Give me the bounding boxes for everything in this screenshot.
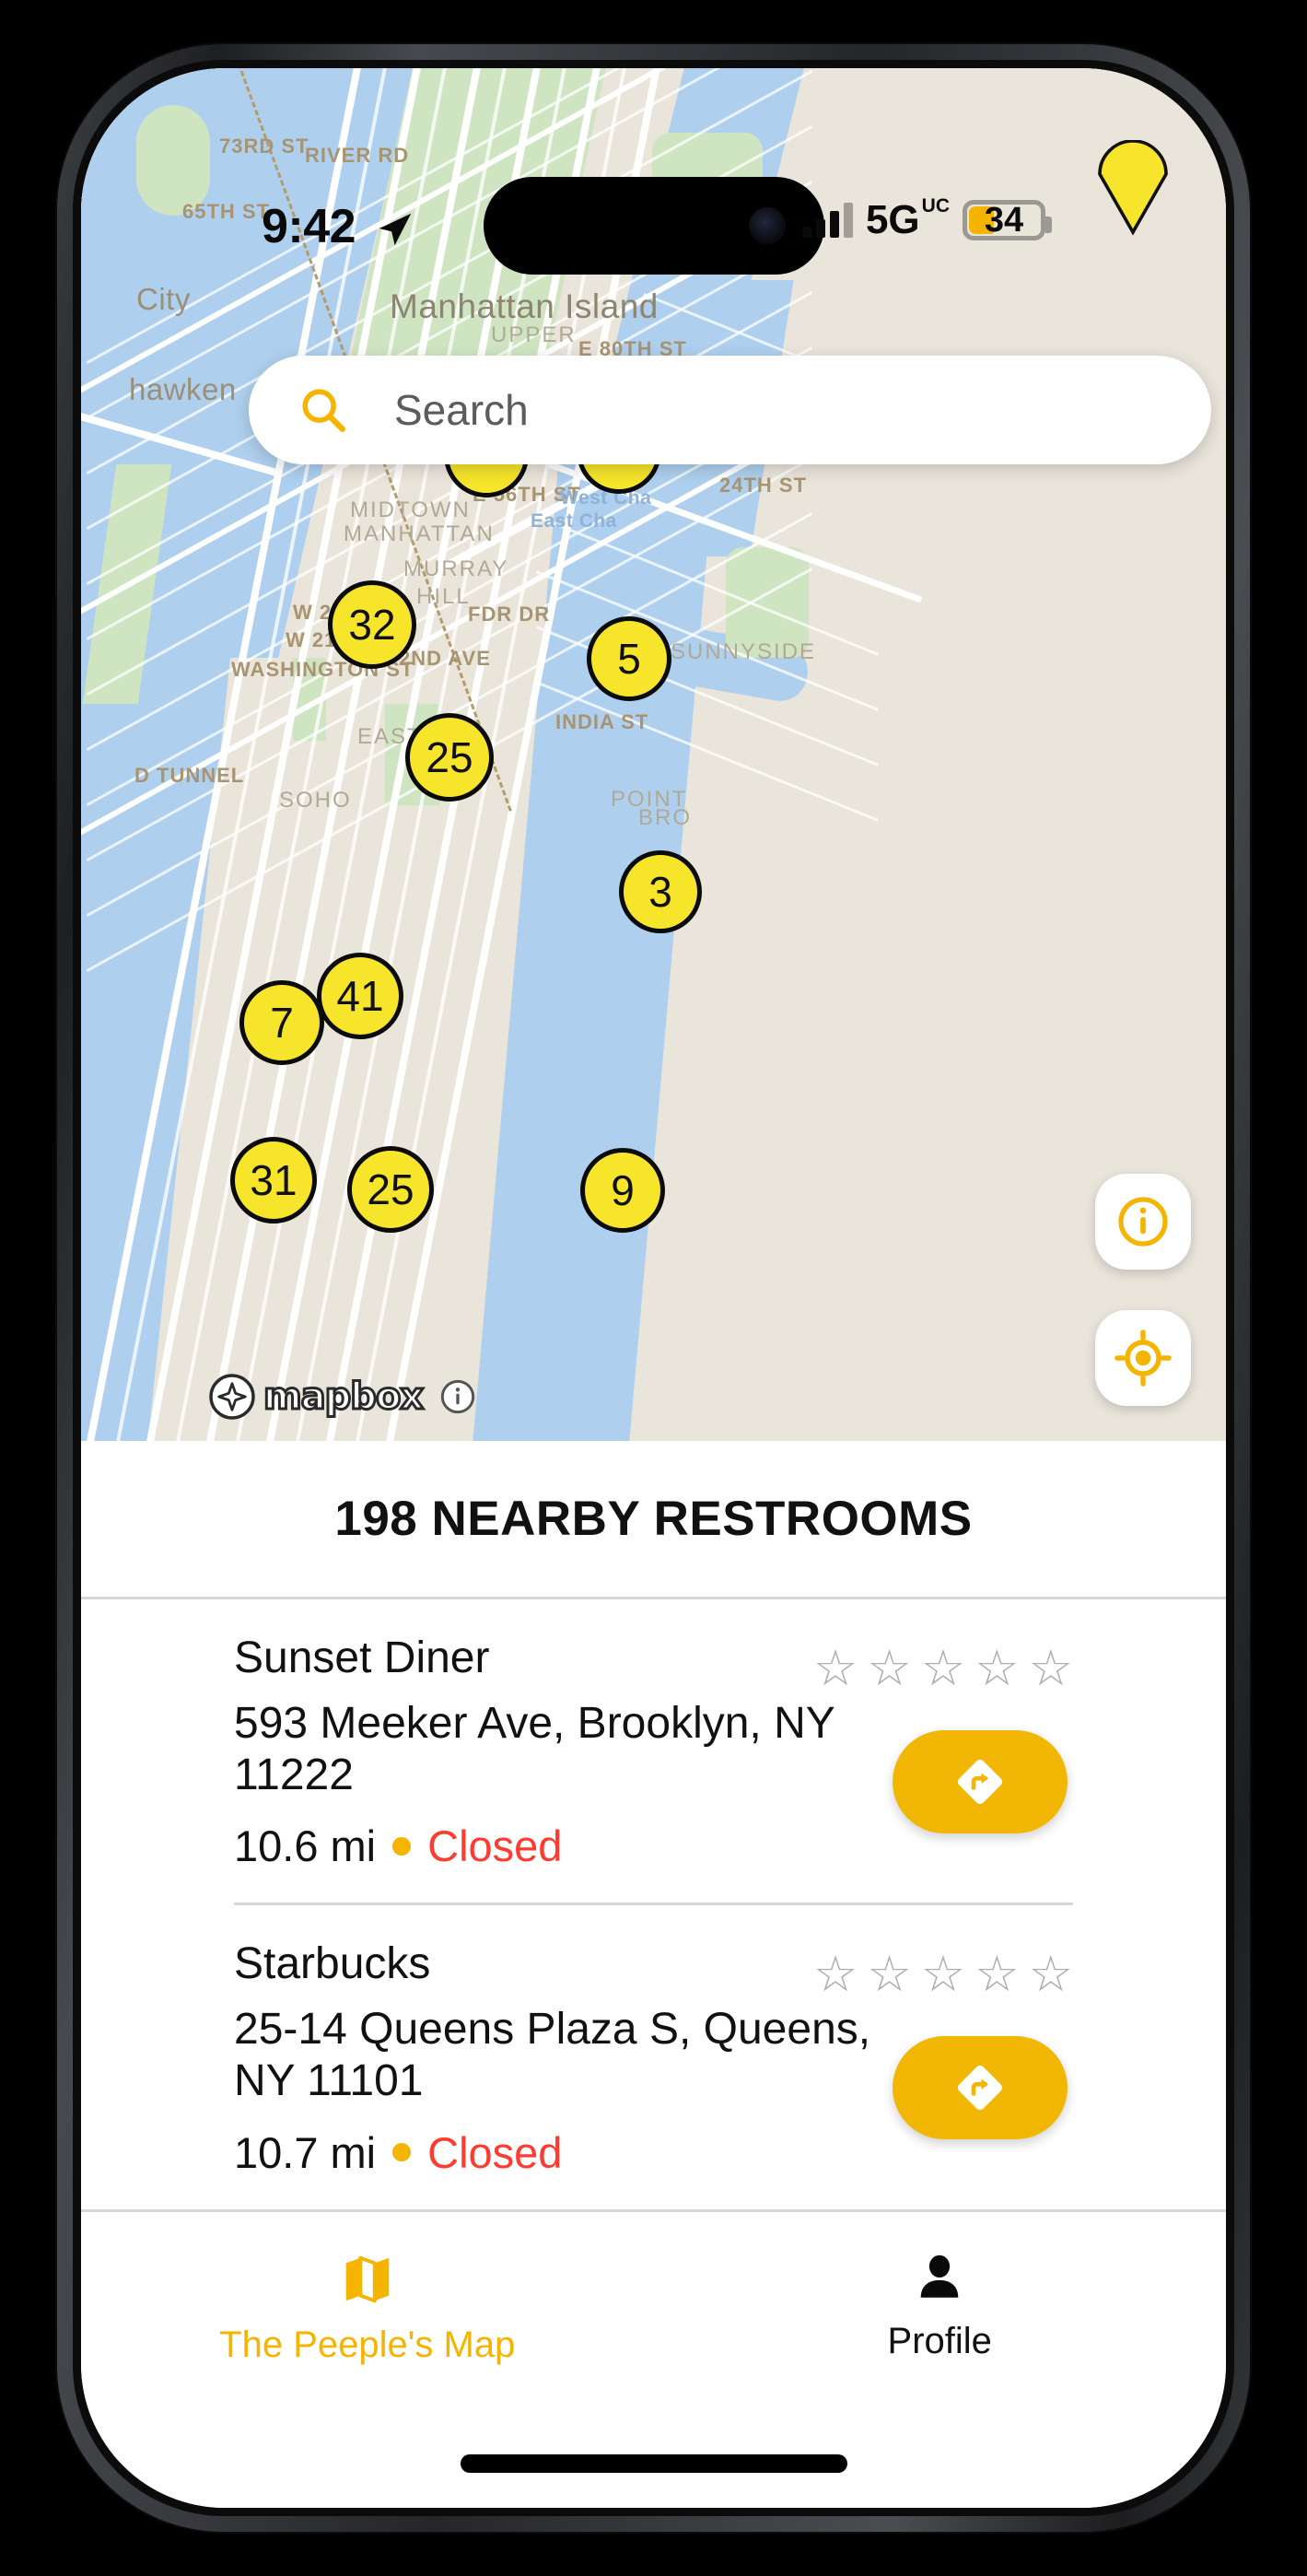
phone-bezel: Manhattan Island City hawken MANHATTAN UPPER… bbox=[73, 60, 1234, 2516]
results-count-title: 198 NEARBY RESTROOMS bbox=[334, 1492, 973, 1546]
directions-sign-icon bbox=[957, 1759, 1003, 1805]
map-label: FDR DR bbox=[468, 603, 551, 626]
star-icon[interactable]: ☆ bbox=[1029, 1950, 1073, 1999]
map-label: 65TH ST bbox=[182, 200, 271, 223]
map-label: East Cha bbox=[531, 510, 617, 532]
map-icon bbox=[345, 2255, 389, 2303]
map-label: POINT bbox=[611, 787, 688, 812]
map-cluster-marker[interactable]: 31 bbox=[230, 1137, 317, 1224]
map-label: RIVER RD bbox=[305, 144, 410, 167]
map-label: MIDTOWN bbox=[350, 498, 471, 522]
mapbox-logo[interactable]: mapbox bbox=[208, 1373, 426, 1421]
result-rating-stars[interactable]: ☆ ☆ ☆ ☆ ☆ bbox=[813, 1644, 1073, 1693]
info-circle-icon bbox=[1118, 1197, 1168, 1247]
map-info-button[interactable] bbox=[1095, 1174, 1191, 1270]
result-separator-dot bbox=[392, 1836, 412, 1856]
map-cluster-marker[interactable]: 41 bbox=[317, 953, 403, 1039]
map-cluster-marker[interactable]: 9 bbox=[580, 1148, 665, 1233]
star-icon[interactable]: ☆ bbox=[867, 1950, 911, 1999]
result-open-status: Closed bbox=[427, 2127, 563, 2177]
map-label: 73RD ST bbox=[219, 135, 309, 158]
map-label: MANHATTAN bbox=[344, 521, 495, 546]
map-pin-marker[interactable] bbox=[1094, 139, 1172, 236]
star-icon[interactable]: ☆ bbox=[921, 1644, 965, 1693]
locate-crosshair-icon bbox=[1114, 1329, 1172, 1387]
phone-screen: Manhattan Island City hawken MANHATTAN UPPER… bbox=[81, 68, 1226, 2508]
results-list[interactable]: Sunset Diner 593 Meeker Ave, Brooklyn, NY… bbox=[81, 1599, 1226, 2254]
map-label: Manhattan Island bbox=[390, 287, 659, 325]
star-icon[interactable]: ☆ bbox=[813, 1950, 858, 1999]
map-label: MURRAY bbox=[403, 556, 509, 581]
map-cluster-marker[interactable]: 5 bbox=[587, 616, 671, 701]
mapbox-wordmark: mapbox bbox=[262, 1375, 425, 1420]
mapbox-info-icon[interactable] bbox=[439, 1378, 476, 1415]
map-locate-button[interactable] bbox=[1095, 1310, 1191, 1406]
tab-map-label: The Peeple's Map bbox=[219, 2324, 516, 2365]
map-cluster-marker[interactable]: 3 bbox=[619, 850, 702, 933]
map-label: SOHO bbox=[279, 788, 352, 813]
person-icon bbox=[920, 2254, 959, 2298]
map-cluster-marker[interactable]: 25 bbox=[405, 713, 494, 802]
map-cluster-marker[interactable]: 7 bbox=[239, 980, 324, 1065]
directions-sign-icon bbox=[957, 2066, 1003, 2111]
star-icon[interactable]: ☆ bbox=[1029, 1644, 1073, 1693]
map-cluster-marker[interactable]: 25 bbox=[347, 1146, 434, 1233]
result-address: 593 Meeker Ave, Brooklyn, NY 11222 bbox=[234, 1699, 834, 1799]
star-icon[interactable]: ☆ bbox=[867, 1644, 911, 1693]
phone-frame: Manhattan Island City hawken MANHATTAN UPPER… bbox=[57, 44, 1250, 2532]
map-label: SUNNYSIDE bbox=[671, 639, 817, 664]
directions-button[interactable] bbox=[893, 2036, 1068, 2140]
map-label: hawken bbox=[129, 372, 237, 406]
map-label: UPPER bbox=[491, 322, 577, 347]
result-row[interactable]: Sunset Diner 593 Meeker Ave, Brooklyn, NY… bbox=[234, 1599, 1073, 1903]
result-open-status: Closed bbox=[427, 1821, 563, 1871]
mapbox-attribution[interactable]: mapbox bbox=[208, 1373, 476, 1421]
search-icon bbox=[302, 389, 345, 432]
map-label: MANHATTAN bbox=[497, 197, 648, 222]
result-rating-stars[interactable]: ☆ ☆ ☆ ☆ ☆ bbox=[813, 1950, 1073, 1999]
result-distance: 10.6 mi bbox=[234, 1821, 377, 1871]
star-icon[interactable]: ☆ bbox=[813, 1644, 858, 1693]
tab-profile-label: Profile bbox=[887, 2321, 992, 2361]
map-view[interactable]: Manhattan Island City hawken MANHATTAN UPPER… bbox=[81, 68, 1226, 1441]
search-input[interactable]: Search bbox=[394, 385, 529, 435]
map-cluster-marker[interactable]: 32 bbox=[328, 580, 416, 669]
home-indicator[interactable] bbox=[460, 2454, 847, 2473]
map-label: FDR DR bbox=[669, 188, 752, 211]
star-icon[interactable]: ☆ bbox=[974, 1950, 1019, 1999]
map-label: D TUNNEL bbox=[134, 764, 245, 787]
result-row[interactable]: Starbucks 25-14 Queens Plaza S, Queens, N… bbox=[234, 1903, 1073, 2208]
mapbox-compass-icon bbox=[209, 1374, 255, 1420]
map-label: 24TH ST bbox=[719, 474, 808, 497]
map-label: INDIA ST bbox=[555, 710, 649, 733]
results-header: 198 NEARBY RESTROOMS bbox=[81, 1441, 1226, 1599]
directions-button[interactable] bbox=[893, 1730, 1068, 1833]
star-icon[interactable]: ☆ bbox=[974, 1644, 1019, 1693]
result-address: 25-14 Queens Plaza S, Queens, NY 11101 bbox=[234, 2005, 871, 2106]
search-bar[interactable]: Search bbox=[249, 356, 1211, 464]
map-label: HILL bbox=[416, 584, 471, 609]
result-separator-dot bbox=[392, 2143, 412, 2162]
map-label: City bbox=[136, 282, 191, 316]
star-icon[interactable]: ☆ bbox=[921, 1950, 965, 1999]
result-distance: 10.7 mi bbox=[234, 2127, 377, 2177]
